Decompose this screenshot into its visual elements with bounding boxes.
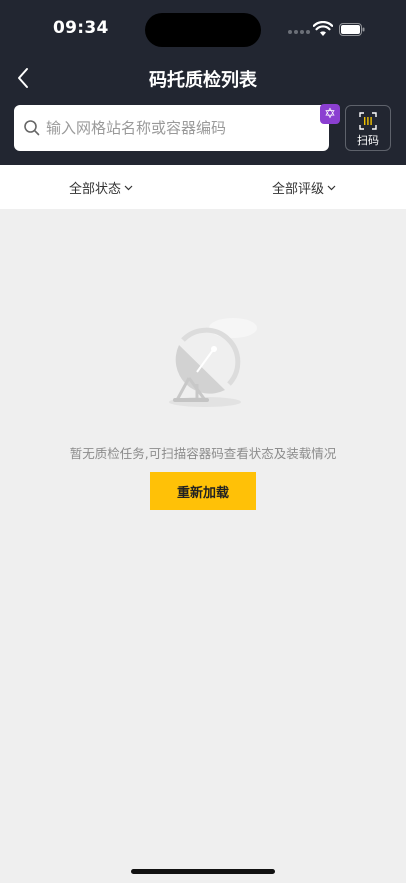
scan-button[interactable]: 扫码 — [345, 105, 391, 151]
star-badge-icon: ✡ — [320, 104, 340, 124]
scan-label: 扫码 — [357, 134, 379, 147]
page-title: 码托质检列表 — [149, 70, 257, 91]
grade-filter-label: 全部评级 — [272, 182, 325, 197]
search-input[interactable] — [46, 105, 306, 151]
battery-icon — [339, 23, 365, 36]
header-bar: 09:34 码托质检列表 ✡ — [0, 0, 406, 165]
search-box[interactable] — [14, 105, 329, 151]
status-filter[interactable]: 全部状态 — [69, 178, 133, 197]
status-filter-label: 全部状态 — [69, 182, 122, 197]
barcode-scan-icon — [359, 112, 377, 130]
wifi-icon — [313, 21, 333, 36]
reload-button[interactable]: 重新加载 — [150, 472, 256, 510]
satellite-dish-icon — [169, 318, 257, 407]
grade-filter[interactable]: 全部评级 — [272, 178, 336, 197]
search-icon — [24, 120, 40, 136]
chevron-down-icon — [327, 185, 336, 190]
signal-icon — [288, 30, 310, 34]
screen: 09:34 码托质检列表 ✡ — [0, 0, 406, 883]
dynamic-island — [145, 13, 261, 47]
status-time: 09:34 — [53, 18, 109, 38]
filter-bar: 全部状态 全部评级 — [0, 165, 406, 209]
chevron-down-icon — [124, 185, 133, 190]
home-indicator[interactable] — [131, 869, 275, 874]
empty-state-message: 暂无质检任务,可扫描容器码查看状态及装载情况 — [69, 446, 337, 461]
